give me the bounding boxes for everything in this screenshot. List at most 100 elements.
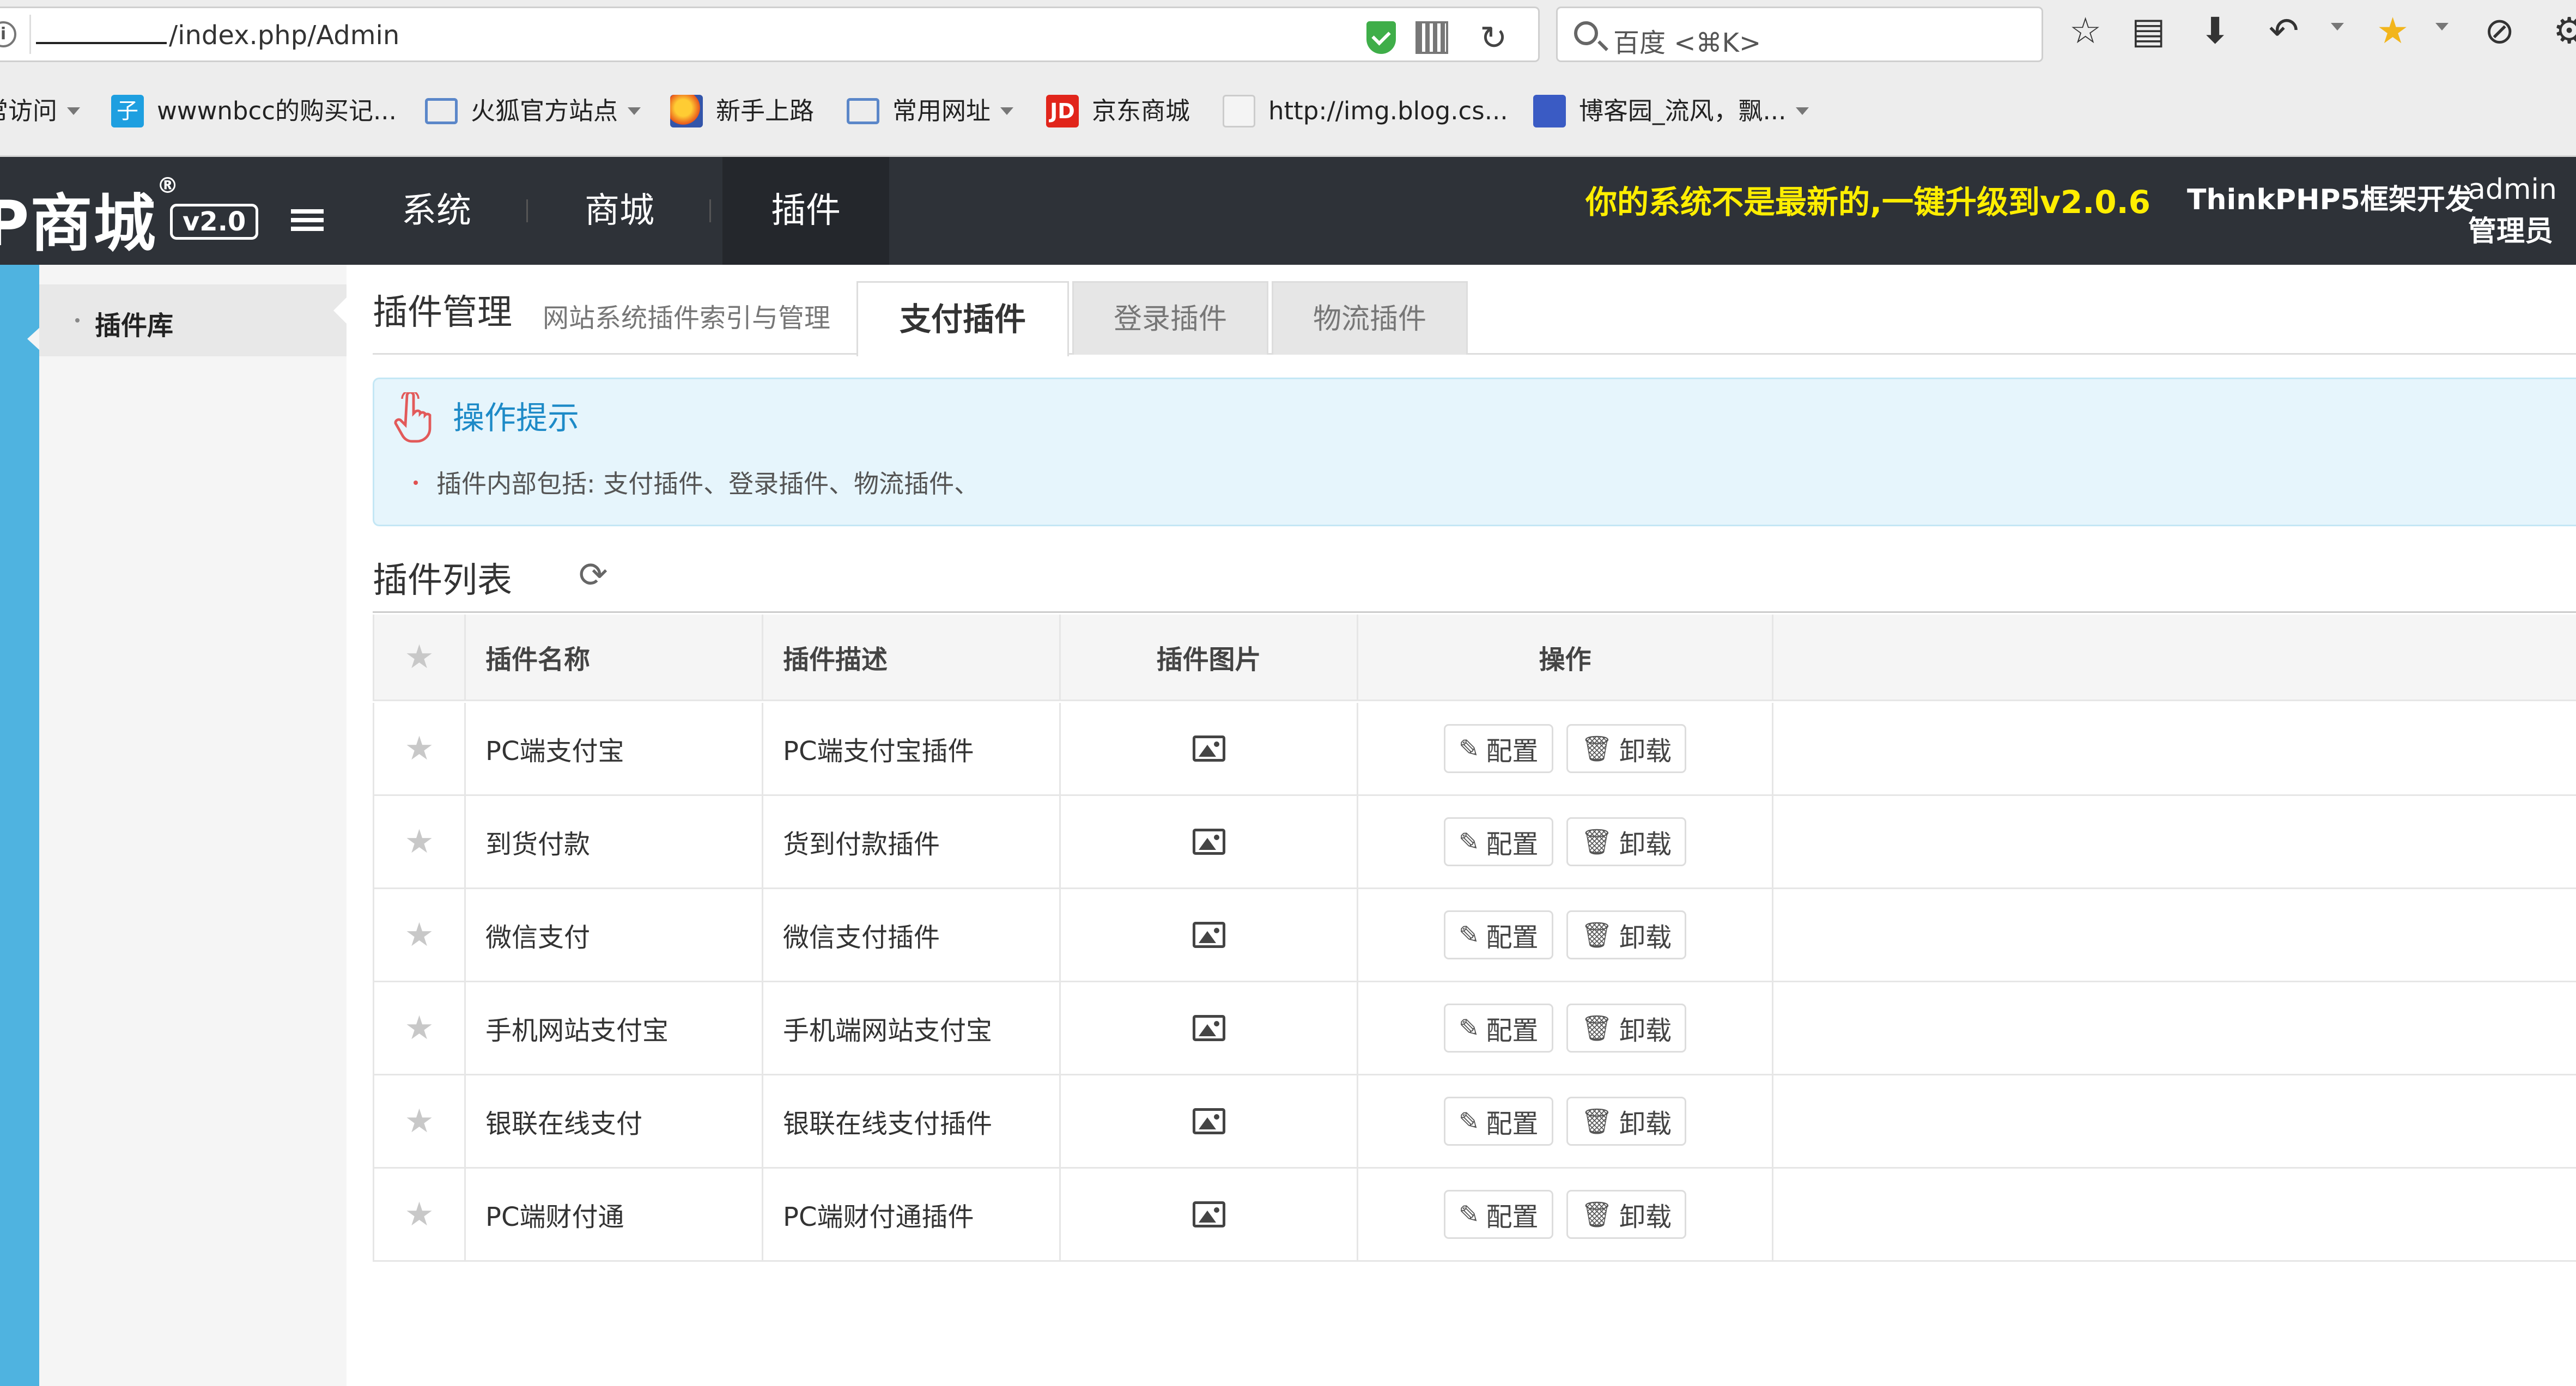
- shield-icon[interactable]: [1366, 21, 1396, 54]
- bookmark-star-icon[interactable]: ☆: [2069, 13, 2101, 49]
- image-icon[interactable]: [1192, 829, 1225, 855]
- search-input[interactable]: 百度 <⌘K>: [1613, 21, 1761, 59]
- star-icon[interactable]: ★: [405, 1012, 434, 1044]
- uninstall-button[interactable]: 🗑 卸载: [1566, 724, 1686, 773]
- configure-button[interactable]: ✎ 配置: [1444, 724, 1553, 773]
- folder-icon: [847, 98, 879, 124]
- reading-list-icon[interactable]: ▤: [2131, 13, 2165, 49]
- button-label: 卸载: [1619, 736, 1672, 767]
- bookmark-frequent[interactable]: 常访问: [0, 95, 81, 127]
- nav-system[interactable]: 系统: [376, 157, 497, 265]
- star-icon[interactable]: ★: [405, 919, 434, 951]
- header-star-cell: ★: [373, 615, 464, 700]
- browser-toolbar: i /index.php/Admin ↻ 百度 <⌘K> ☆ ▤ ⬇ ↶ ★ ⊘…: [0, 0, 2576, 72]
- table-row: ★ PC端支付宝 PC端支付宝插件 ✎ 配置 🗑 卸载: [373, 703, 2576, 796]
- extension-star-icon[interactable]: ★: [2377, 13, 2409, 49]
- uninstall-button[interactable]: 🗑 卸载: [1566, 1190, 1686, 1239]
- search-icon: [1574, 21, 1598, 45]
- image-icon[interactable]: [1192, 735, 1225, 762]
- undo-icon[interactable]: ↶: [2269, 13, 2299, 49]
- image-cell: [1059, 1075, 1357, 1167]
- star-icon[interactable]: ★: [405, 732, 434, 765]
- star-cell: ★: [373, 1169, 464, 1260]
- bookmark-firefox-official[interactable]: 火狐官方站点: [425, 95, 641, 127]
- image-icon[interactable]: [1192, 922, 1225, 948]
- column-header-name: 插件名称: [464, 615, 762, 700]
- edit-icon: ✎: [1459, 1013, 1480, 1043]
- bookmark-getting-started[interactable]: 新手上路: [670, 95, 814, 127]
- column-header-image: 插件图片: [1059, 615, 1357, 700]
- logo[interactable]: P商城®: [0, 173, 180, 263]
- chevron-down-icon[interactable]: [2331, 23, 2344, 31]
- image-icon[interactable]: [1192, 1201, 1225, 1227]
- configure-button[interactable]: ✎ 配置: [1444, 1097, 1553, 1146]
- menu-toggle-icon[interactable]: [291, 209, 324, 235]
- tip-box: 操作提示 插件内部包括: 支付插件、登录插件、物流插件、: [373, 378, 2576, 526]
- image-cell: [1059, 889, 1357, 981]
- no-tracking-icon[interactable]: ⊘: [2484, 13, 2514, 49]
- button-label: 配置: [1486, 736, 1539, 767]
- actions-cell: ✎ 配置 🗑 卸载: [1357, 982, 1772, 1074]
- table-row: ★ PC端财付通 PC端财付通插件 ✎ 配置 🗑 卸载: [373, 1169, 2576, 1262]
- sidebar-item-plugin-library[interactable]: 插件库: [39, 284, 347, 356]
- uninstall-button[interactable]: 🗑 卸载: [1566, 910, 1686, 959]
- star-cell: ★: [373, 982, 464, 1074]
- gear-icon[interactable]: ⚙: [2553, 13, 2576, 49]
- uninstall-button[interactable]: 🗑 卸载: [1566, 1004, 1686, 1053]
- firefox-icon: [670, 95, 703, 127]
- nav-mall[interactable]: 商城: [559, 157, 680, 265]
- bookmark-cnblogs[interactable]: 博客园_流风，飘...: [1533, 95, 1809, 127]
- bookmark-img-blog[interactable]: http://img.blog.cs...: [1223, 95, 1508, 127]
- bookmark-purchase[interactable]: 子 wwwnbcc的购买记...: [111, 95, 397, 127]
- refresh-icon[interactable]: ⟳: [579, 554, 608, 597]
- bookmark-label: 火狐官方站点: [471, 96, 618, 125]
- image-icon[interactable]: [1192, 1108, 1225, 1134]
- plugin-description: 货到付款插件: [762, 796, 1059, 887]
- chevron-down-icon: [628, 107, 641, 115]
- download-icon[interactable]: ⬇: [2200, 13, 2230, 49]
- reload-icon[interactable]: ↻: [1480, 19, 1507, 57]
- table-header: ★ 插件名称 插件描述 插件图片 操作: [373, 615, 2576, 701]
- button-label: 卸载: [1619, 1109, 1672, 1139]
- plugin-name: PC端财付通: [464, 1169, 762, 1260]
- site-info-icon[interactable]: i: [0, 21, 16, 47]
- upgrade-link[interactable]: 你的系统不是最新的,一键升级到v2.0.6: [1585, 177, 2150, 222]
- image-cell: [1059, 982, 1357, 1074]
- bookmark-label: 博客园_流风，飘...: [1579, 96, 1787, 125]
- star-icon[interactable]: ★: [405, 1105, 434, 1138]
- star-icon[interactable]: ★: [405, 825, 434, 858]
- button-label: 配置: [1486, 1109, 1539, 1139]
- tab-payment[interactable]: 支付插件: [856, 281, 1069, 356]
- bookmark-label: 新手上路: [716, 96, 815, 125]
- image-icon[interactable]: [1192, 1015, 1225, 1041]
- plugin-description: 银联在线支付插件: [762, 1075, 1059, 1167]
- button-label: 配置: [1486, 1016, 1539, 1046]
- button-label: 配置: [1486, 1202, 1539, 1232]
- configure-button[interactable]: ✎ 配置: [1444, 910, 1553, 959]
- configure-button[interactable]: ✎ 配置: [1444, 817, 1553, 866]
- actions-cell: ✎ 配置 🗑 卸载: [1357, 703, 1772, 794]
- image-cell: [1059, 796, 1357, 887]
- nav-plugins[interactable]: 插件: [722, 157, 889, 265]
- user-name[interactable]: admin: [2468, 173, 2557, 206]
- chevron-down-icon[interactable]: [2435, 23, 2449, 31]
- qr-code-icon[interactable]: [1415, 21, 1448, 54]
- search-box[interactable]: 百度 <⌘K>: [1556, 7, 2043, 62]
- configure-button[interactable]: ✎ 配置: [1444, 1004, 1553, 1053]
- bookmark-jd[interactable]: JD 京东商城: [1046, 95, 1190, 127]
- star-icon[interactable]: ★: [405, 641, 434, 673]
- bookmark-common-sites[interactable]: 常用网址: [847, 95, 1014, 127]
- configure-button[interactable]: ✎ 配置: [1444, 1190, 1553, 1239]
- tab-logistics[interactable]: 物流插件: [1272, 281, 1468, 355]
- hand-pointer-icon: [394, 392, 432, 443]
- star-icon[interactable]: ★: [405, 1198, 434, 1231]
- url-text[interactable]: /index.php/Admin: [169, 20, 399, 51]
- uninstall-button[interactable]: 🗑 卸载: [1566, 1097, 1686, 1146]
- bookmark-icon: 子: [111, 95, 144, 127]
- page-title: 插件管理: [373, 293, 512, 333]
- tab-login[interactable]: 登录插件: [1072, 281, 1268, 355]
- tab-divider: [373, 353, 2576, 355]
- address-bar[interactable]: i /index.php/Admin ↻: [0, 7, 1540, 62]
- uninstall-button[interactable]: 🗑 卸载: [1566, 817, 1686, 866]
- button-label: 配置: [1486, 922, 1539, 953]
